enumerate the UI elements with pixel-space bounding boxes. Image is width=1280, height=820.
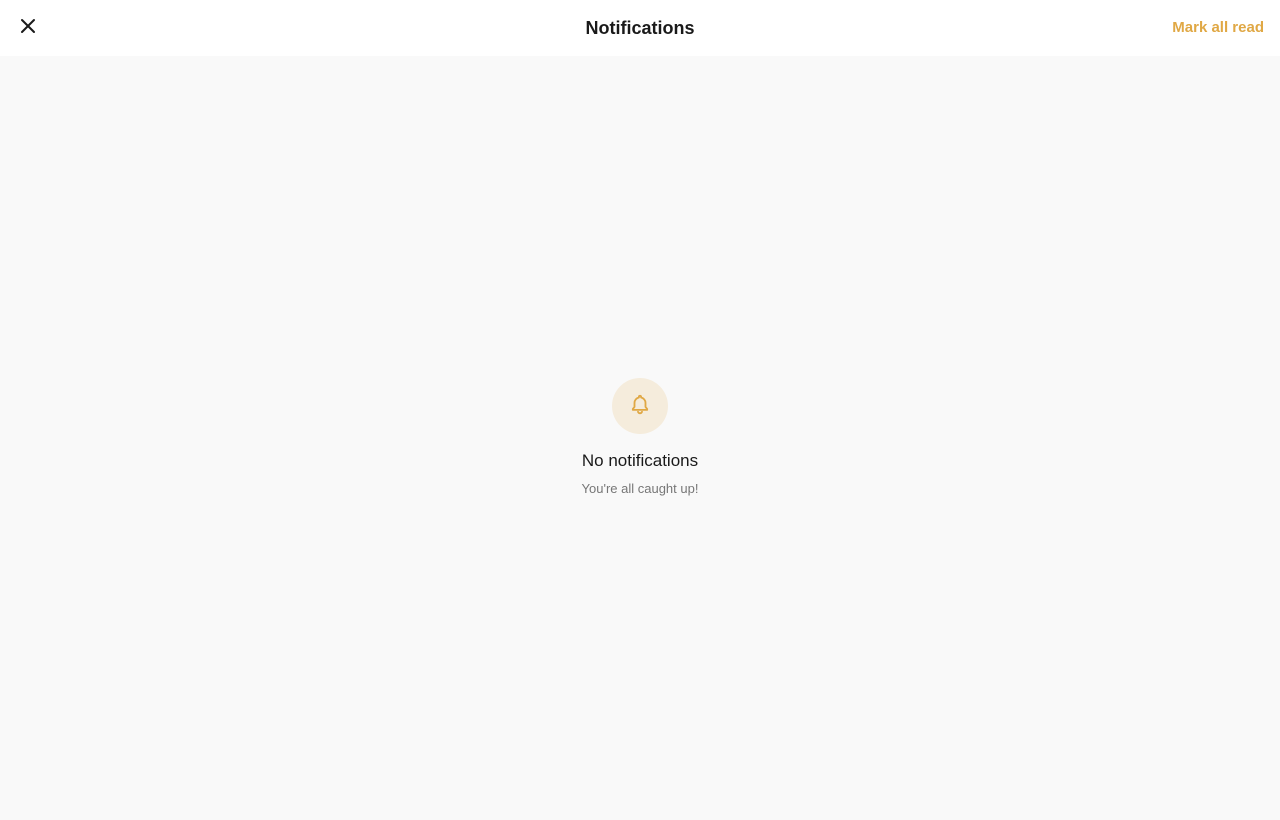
empty-state-subtitle: You're all caught up! <box>581 481 699 496</box>
header-bar: Notifications Mark all read <box>0 0 1280 56</box>
bell-icon <box>629 393 651 420</box>
mark-all-read-button[interactable]: Mark all read <box>1172 0 1264 56</box>
page-title: Notifications <box>585 18 695 38</box>
close-button[interactable] <box>10 10 46 46</box>
notifications-list: No notifications You're all caught up! <box>0 56 1280 820</box>
close-icon <box>19 17 37 40</box>
empty-state: No notifications You're all caught up! <box>0 378 1280 496</box>
empty-state-title: No notifications <box>581 451 699 470</box>
bell-icon-circle <box>612 378 668 434</box>
